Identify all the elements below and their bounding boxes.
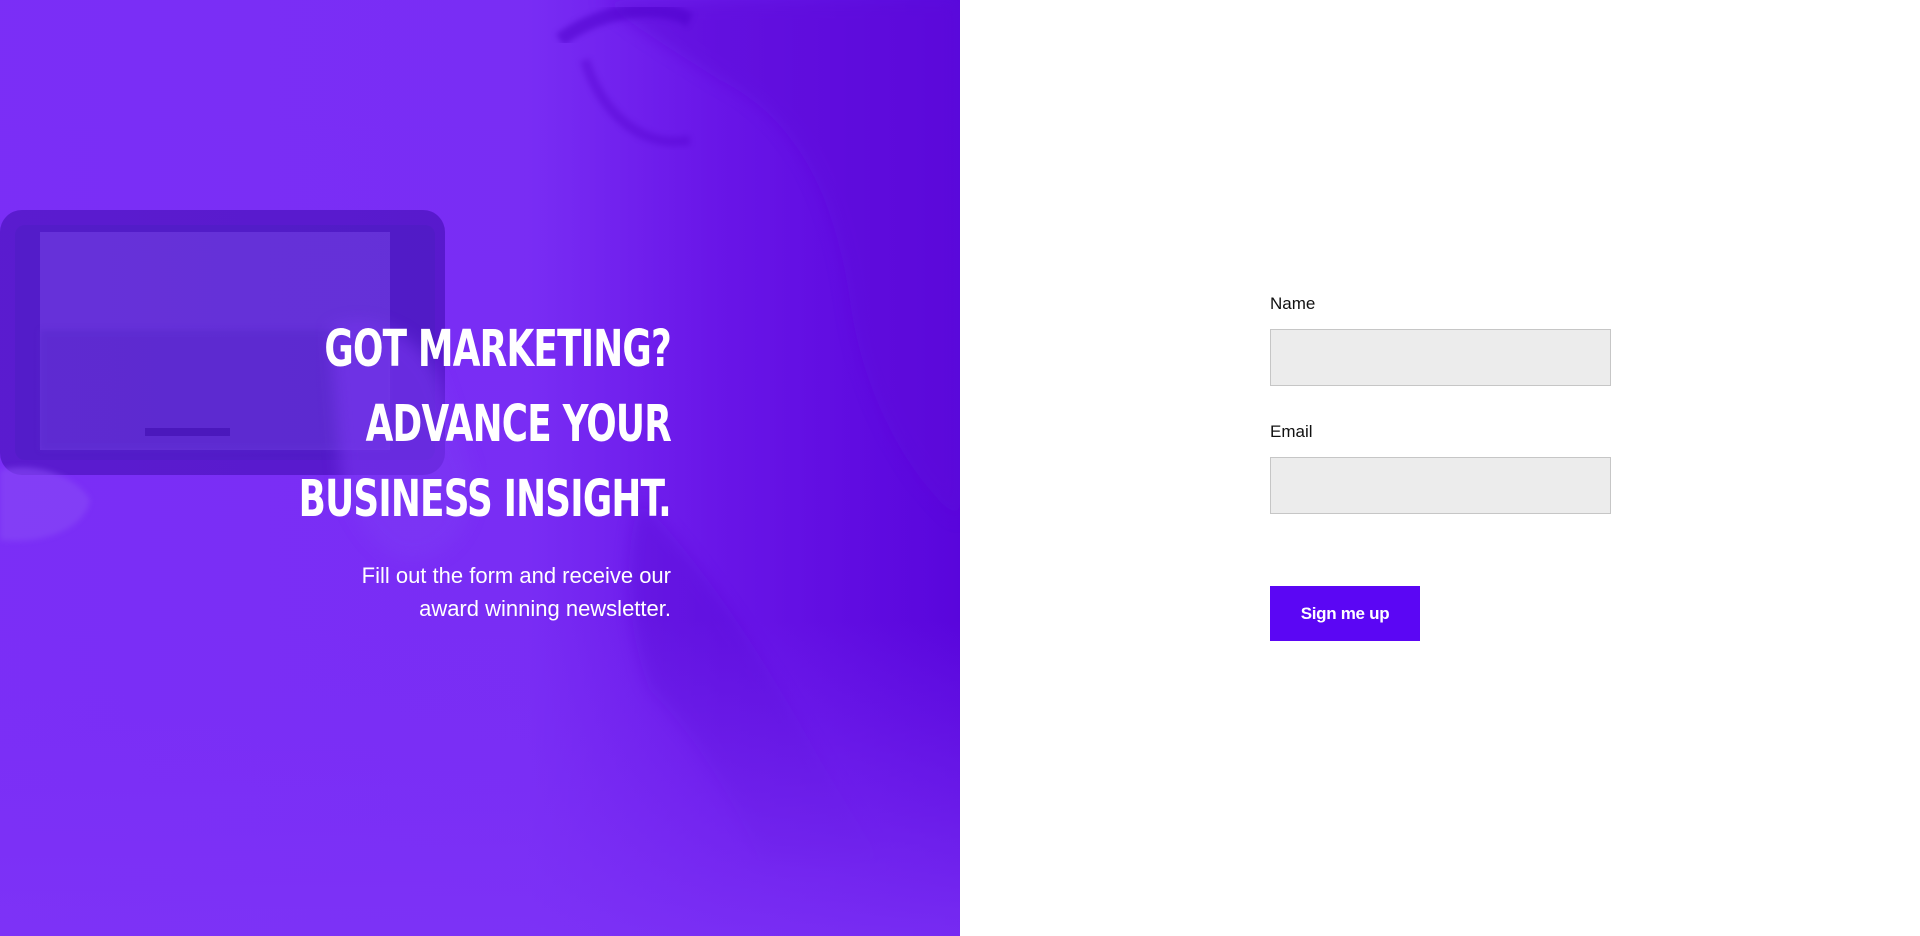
signup-panel: Name Email Sign me up xyxy=(960,0,1920,936)
name-input[interactable] xyxy=(1270,329,1611,386)
hero-panel: GOT MARKETING? ADVANCE YOUR BUSINESS INS… xyxy=(0,0,960,936)
hero-content: GOT MARKETING? ADVANCE YOUR BUSINESS INS… xyxy=(151,312,672,625)
name-label: Name xyxy=(1270,294,1316,313)
hero-headline-line: ADVANCE YOUR xyxy=(365,395,672,454)
hero-subtitle: Fill out the form and receive our award … xyxy=(151,559,671,625)
newsletter-form: Name Email Sign me up xyxy=(1270,294,1611,641)
hero-headline-line: BUSINESS INSIGHT. xyxy=(298,470,672,529)
email-field-group: Email xyxy=(1270,422,1611,514)
email-label: Email xyxy=(1270,422,1313,441)
hero-subtitle-line: Fill out the form and receive our xyxy=(361,563,671,588)
hero-headline-line: GOT MARKETING? xyxy=(324,320,671,379)
sign-up-button[interactable]: Sign me up xyxy=(1270,586,1420,641)
hero-subtitle-line: award winning newsletter. xyxy=(419,596,671,621)
page: GOT MARKETING? ADVANCE YOUR BUSINESS INS… xyxy=(0,0,1920,936)
hero-headline: GOT MARKETING? ADVANCE YOUR BUSINESS INS… xyxy=(265,312,672,537)
email-input[interactable] xyxy=(1270,457,1611,514)
name-field-group: Name xyxy=(1270,294,1611,386)
